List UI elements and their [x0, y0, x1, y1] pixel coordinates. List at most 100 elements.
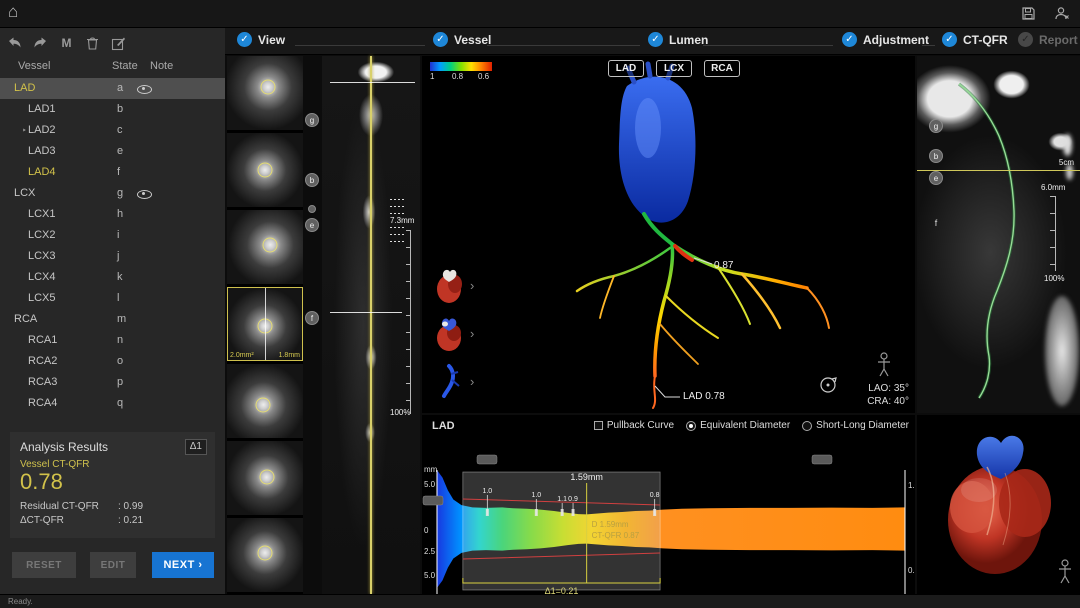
tab-vessel[interactable]: ✓Vessel	[433, 32, 491, 47]
marker-f[interactable]: f	[305, 311, 319, 325]
table-row[interactable]: LCX4k	[0, 267, 225, 288]
marker-g[interactable]: g	[305, 113, 319, 127]
preset-view-thumb[interactable]	[432, 264, 466, 306]
vessel-button-lcx[interactable]: LCX	[656, 60, 692, 77]
table-row[interactable]: RCAm	[0, 309, 225, 330]
residual-value: : 0.99	[118, 501, 143, 512]
trash-icon[interactable]	[84, 35, 101, 52]
checkbox-icon	[594, 421, 603, 430]
vessel-button-lad[interactable]: LAD	[608, 60, 644, 77]
redo-icon[interactable]	[32, 35, 49, 52]
status-text: Ready.	[8, 597, 33, 606]
cross-section-thumb[interactable]	[227, 364, 303, 438]
tab-bar: ✓View ✓Vessel ✓Lumen ✓Adjustment ✓CT-QFR ✓Rep…	[225, 28, 1080, 55]
visibility-eye-icon[interactable]	[137, 82, 151, 95]
vessel-name: LCX	[14, 183, 35, 204]
tab-view[interactable]: ✓View	[237, 32, 285, 47]
cpr-marker-e[interactable]: e	[929, 171, 943, 185]
cross-section-thumb[interactable]	[227, 133, 303, 207]
reset-button[interactable]: RESET	[12, 552, 76, 578]
straightened-view[interactable]: 7.3mm 100%	[322, 56, 420, 594]
viewer-3d[interactable]: 10.80.6 LADLCXRCA	[422, 56, 915, 413]
table-row[interactable]: LCX3j	[0, 246, 225, 267]
svg-text:0.8: 0.8	[650, 492, 660, 499]
vessel-name: RCA3	[28, 372, 57, 393]
vessel-button-rca[interactable]: RCA	[704, 60, 740, 77]
home-icon[interactable]: ⌂	[8, 2, 18, 22]
cross-section-thumb[interactable]	[227, 210, 303, 284]
option-pullback-curve[interactable]: Pullback Curve	[594, 420, 674, 431]
cpr-marker-f[interactable]: f	[929, 216, 943, 230]
qfr-colorbar	[430, 62, 492, 71]
colorbar-tick: 0.8	[452, 72, 463, 81]
edit-note-icon[interactable]	[110, 35, 127, 52]
vessel-select-buttons: LAD LCX RCA	[608, 60, 740, 77]
cpr-marker-b[interactable]: b	[929, 149, 943, 163]
cpr-marker-g[interactable]: g	[929, 119, 943, 133]
body-orientation-icon	[1059, 560, 1071, 583]
table-row[interactable]: LCX2i	[0, 225, 225, 246]
tab-divider	[295, 45, 425, 46]
visibility-eye-icon[interactable]	[137, 187, 151, 200]
cross-section-thumb[interactable]	[227, 518, 303, 592]
table-row[interactable]: LAD4f	[0, 162, 225, 183]
table-row[interactable]: RCA1n	[0, 330, 225, 351]
residual-label: Residual CT-QFR	[20, 501, 99, 512]
state-value: f	[117, 162, 120, 183]
preset-view-thumb[interactable]	[432, 312, 466, 354]
svg-text:0.6: 0.6	[908, 566, 915, 575]
cpr-view[interactable]: 5cm 6.0mm 100% gbef	[917, 56, 1080, 413]
user-logout-icon[interactable]	[1053, 5, 1070, 22]
table-row[interactable]: LCX5l	[0, 288, 225, 309]
state-value: q	[117, 393, 123, 414]
vessel-name: RCA	[14, 309, 37, 330]
chevron-right-icon[interactable]: ›	[470, 278, 474, 293]
vessel-name: LCX2	[28, 225, 56, 246]
tab-lumen[interactable]: ✓Lumen	[648, 32, 708, 47]
table-row[interactable]: LADa	[0, 78, 225, 99]
table-row[interactable]: LCX1h	[0, 204, 225, 225]
vessel-name: LCX3	[28, 246, 56, 267]
heart-3d-view[interactable]	[917, 415, 1080, 594]
tab-adjustment[interactable]: ✓Adjustment	[842, 32, 929, 47]
marker-b[interactable]: b	[305, 173, 319, 187]
svg-text:5.0: 5.0	[424, 571, 436, 580]
table-row[interactable]: LCXg	[0, 183, 225, 204]
save-icon[interactable]	[1020, 5, 1037, 22]
vessel-name: LCX5	[28, 288, 56, 309]
titlebar: ⌂	[0, 0, 1080, 28]
chevron-right-icon[interactable]: ›	[470, 374, 474, 389]
measure-icon[interactable]: M	[58, 35, 75, 52]
tab-report[interactable]: ✓Report	[1018, 32, 1078, 47]
pullback-curve-chart[interactable]: 1.01.01.10.90.81.59mmΔ1=0.21D 1.59mmCT-Q…	[422, 437, 915, 594]
table-row[interactable]: LAD1b	[0, 99, 225, 120]
cross-section-thumb[interactable]: 2.0mm²1.8mm	[227, 287, 303, 361]
delta-ctqfr-label: ΔCT-QFR	[20, 515, 64, 526]
state-value: b	[117, 99, 123, 120]
marker-e[interactable]: e	[305, 218, 319, 232]
undo-icon[interactable]	[6, 35, 23, 52]
table-row[interactable]: RCA4q	[0, 393, 225, 414]
chevron-right-icon[interactable]: ›	[470, 326, 474, 341]
diameter-label: 1.8mm	[279, 352, 300, 359]
vessel-name: LAD	[14, 78, 35, 99]
tab-ctqfr[interactable]: ✓CT-QFR	[942, 32, 1008, 47]
table-row[interactable]: RCA2o	[0, 351, 225, 372]
table-row[interactable]: RCA3p	[0, 372, 225, 393]
svg-text:1.0: 1.0	[482, 488, 492, 495]
vessel-name: LAD3	[28, 141, 56, 162]
edit-button[interactable]: EDIT	[90, 552, 136, 578]
state-value: c	[117, 120, 123, 141]
table-row[interactable]: ‣LAD2c	[0, 120, 225, 141]
scale-label: 5cm	[1059, 158, 1074, 167]
cross-section-thumb[interactable]	[227, 56, 303, 130]
cross-section-thumb[interactable]	[227, 441, 303, 515]
table-row[interactable]: LAD3 e	[0, 141, 225, 162]
state-value: k	[117, 267, 123, 288]
next-button[interactable]: NEXT ›	[152, 552, 214, 578]
pullback-curve-panel: LAD Pullback CurveEquivalent DiameterSho…	[422, 415, 915, 594]
state-value: e	[117, 141, 123, 162]
option-equivalent-diameter[interactable]: Equivalent Diameter	[686, 420, 790, 431]
option-short-long-diameter[interactable]: Short-Long Diameter	[802, 420, 909, 431]
preset-view-thumb[interactable]	[432, 360, 466, 402]
